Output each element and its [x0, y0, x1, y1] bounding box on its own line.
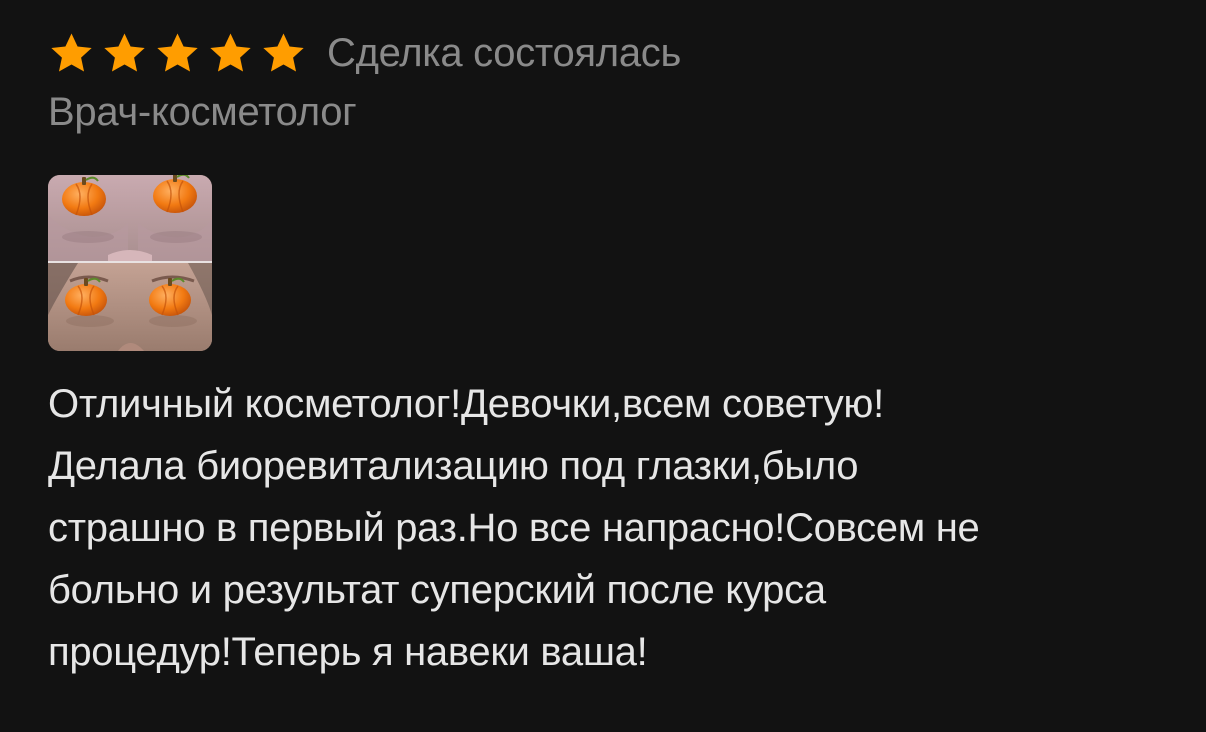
review-photo-thumbnail[interactable] — [48, 175, 212, 351]
before-after-photo — [48, 175, 212, 351]
star-icon — [101, 30, 148, 77]
review-card: Сделка состоялась Врач-косметолог Отличн… — [48, 24, 1168, 683]
star-icon — [207, 30, 254, 77]
star-rating — [48, 30, 307, 77]
rating-row: Сделка состоялась — [48, 24, 1168, 82]
deal-status: Сделка состоялась — [327, 30, 682, 75]
specialist-title: Врач-косметолог — [48, 90, 357, 134]
review-text: Отличный косметолог!Девочки,всем советую… — [48, 382, 980, 674]
star-icon — [260, 30, 307, 77]
star-icon — [154, 30, 201, 77]
star-icon — [48, 30, 95, 77]
